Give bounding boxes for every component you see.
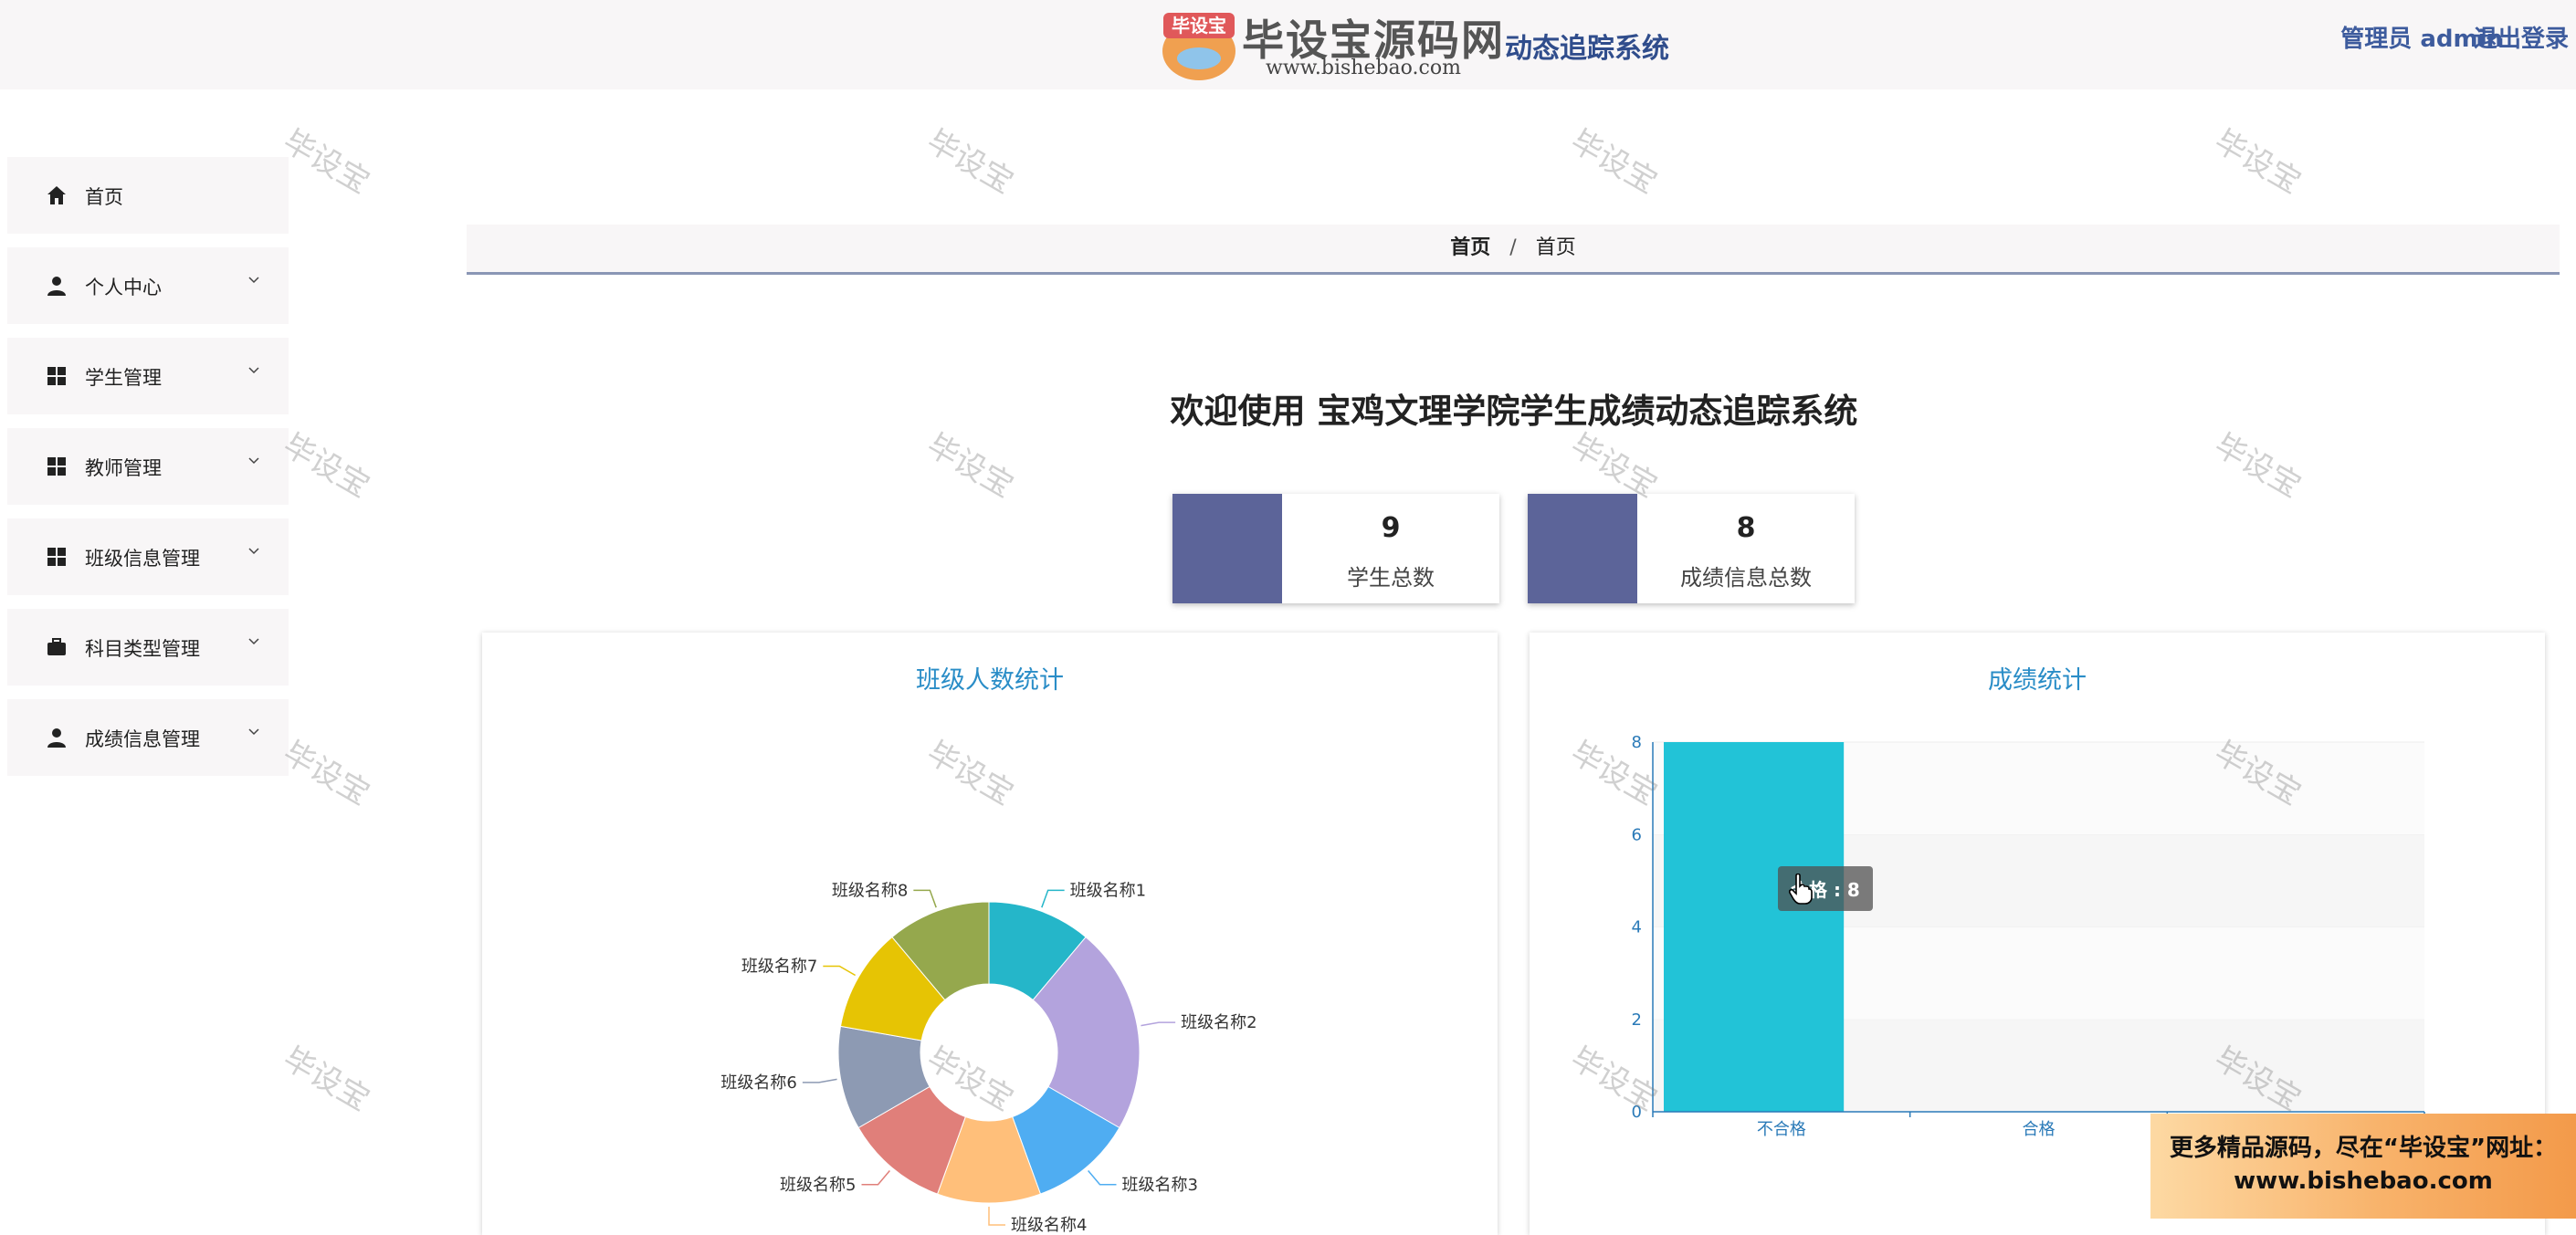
sidebar-item-home[interactable]: 首页 (7, 157, 289, 234)
breadcrumb-current: 首页 (1535, 236, 1576, 259)
ad-banner[interactable]: 更多精品源码，尽在“毕设宝”网址： www.bishebao.com (2150, 1114, 2576, 1219)
sidebar-item-subject-type[interactable]: 科目类型管理 (7, 609, 289, 686)
sidebar-item-teacher-management[interactable]: 教师管理 (7, 428, 289, 505)
stat-value: 9 (1381, 512, 1401, 544)
chevron-down-icon (248, 367, 259, 374)
watermark: 毕设宝 (920, 426, 1020, 506)
top-header: 毕设宝 毕设宝源码网 www.bishebao.com 动态追踪系统 管理员 a… (0, 0, 2576, 89)
pie-label-line (1088, 1169, 1117, 1186)
user-role: 管理员 (2340, 26, 2413, 53)
y-tick-label: 6 (1632, 825, 1642, 844)
pie-label-line (1041, 889, 1065, 908)
sidebar-item-label: 教师管理 (85, 457, 162, 479)
stat-color-block (1528, 494, 1637, 603)
hand-cursor-icon (1789, 874, 1813, 905)
chevron-down-icon (248, 277, 259, 284)
grid-icon (47, 457, 66, 476)
sidebar-item-class-info[interactable]: 班级信息管理 (7, 518, 289, 595)
stat-card-students: 9 学生总数 (1172, 494, 1499, 603)
pie-label: 班级名称4 (1011, 1216, 1087, 1235)
pie-label: 班级名称2 (1181, 1013, 1256, 1032)
logout-link[interactable]: 退出登录 (2474, 20, 2569, 54)
sidebar-menu: 首页 个人中心 学生管理 教师管理 班级信息管理 科目类型管理 成绩信息管理 (7, 157, 289, 790)
watermark: 毕设宝 (277, 734, 376, 813)
x-tick-label: 不合格 (1757, 1120, 1806, 1139)
pie-label-line (861, 1169, 890, 1186)
sidebar-item-label: 班级信息管理 (85, 548, 200, 570)
user-icon (47, 277, 66, 296)
chevron-down-icon (248, 548, 259, 555)
pie-label-line (802, 1078, 837, 1083)
sidebar-item-label: 成绩信息管理 (85, 728, 200, 750)
watermark: 毕设宝 (1564, 122, 1664, 202)
pie-chart: 班级名称1 班级名称2 班级名称3 班级名称4 班级名称5 班级名称6 班级名称7 班级名称8 (720, 881, 1256, 1235)
stat-value: 8 (1736, 512, 1756, 544)
breadcrumb-home-link[interactable]: 首页 (1450, 236, 1490, 259)
sidebar-item-grade-info[interactable]: 成绩信息管理 (7, 699, 289, 776)
home-icon (47, 186, 66, 204)
pie-label-line (823, 965, 857, 977)
watermark: 毕设宝 (277, 122, 376, 202)
logo-url: www.bishebao.com (1266, 57, 1461, 79)
y-tick-label: 0 (1632, 1103, 1642, 1122)
system-title: 动态追踪系统 (1505, 33, 1669, 65)
sidebar-item-label: 首页 (85, 186, 123, 208)
chevron-down-icon (248, 638, 259, 645)
pie-label: 班级名称1 (1070, 881, 1146, 900)
watermark: 毕设宝 (277, 426, 376, 506)
pie-label-line (1141, 1021, 1176, 1027)
breadcrumb-separator: / (1509, 236, 1517, 259)
logo-icon: 毕设宝 (1162, 13, 1235, 80)
chevron-down-icon (248, 457, 259, 465)
class-count-chart-panel: 班级人数统计 班级名称1 班级名称2 班级名称3 班级名称4 班级名称5 班级名称6 班级名… (482, 633, 1498, 1235)
chevron-down-icon (248, 728, 259, 736)
pie-label: 班级名称6 (720, 1073, 796, 1093)
grid-icon (47, 548, 66, 566)
stat-label: 学生总数 (1347, 565, 1435, 591)
sidebar-item-label: 科目类型管理 (85, 638, 200, 660)
sidebar-item-label: 个人中心 (85, 277, 162, 298)
ad-line-1: 更多精品源码，尽在“毕设宝”网址： (2169, 1135, 2558, 1162)
stat-label: 成绩信息总数 (1680, 565, 1812, 591)
bar[interactable] (1664, 742, 1845, 1112)
y-tick-label: 4 (1632, 918, 1642, 937)
pie-label: 班级名称5 (780, 1176, 856, 1195)
logo-badge-text: 毕设宝 (1172, 15, 1226, 37)
stat-color-block (1172, 494, 1282, 603)
user-icon (47, 728, 66, 748)
pie-label: 班级名称7 (741, 958, 817, 977)
breadcrumb: 首页 / 首页 (467, 225, 2560, 275)
watermark: 毕设宝 (920, 122, 1020, 202)
watermark: 毕设宝 (2208, 426, 2308, 506)
stat-card-grades: 8 成绩信息总数 (1528, 494, 1855, 603)
y-tick-label: 2 (1632, 1010, 1642, 1030)
welcome-title: 欢迎使用 宝鸡文理学院学生成绩动态追踪系统 (1170, 392, 1858, 431)
sidebar-item-personal-center[interactable]: 个人中心 (7, 247, 289, 324)
watermark: 毕设宝 (277, 1040, 376, 1119)
watermark: 毕设宝 (2208, 122, 2308, 202)
pie-label: 班级名称8 (832, 881, 908, 900)
pie-label: 班级名称3 (1121, 1176, 1197, 1195)
briefcase-icon (47, 638, 66, 655)
y-tick-label: 8 (1632, 733, 1642, 752)
ad-line-2: www.bishebao.com (2234, 1167, 2493, 1195)
pie-label-line (988, 1207, 1005, 1226)
pie-label-line (913, 889, 937, 908)
x-tick-label: 合格 (2023, 1120, 2056, 1139)
